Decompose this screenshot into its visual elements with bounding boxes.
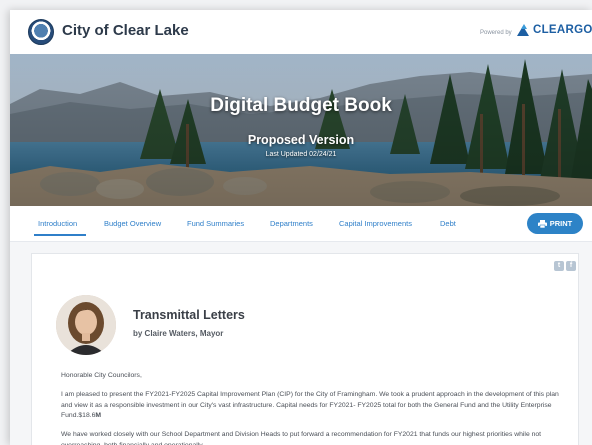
tab-fund-summaries[interactable]: Fund Summaries — [187, 219, 244, 228]
hero-banner: Digital Budget Book Proposed Version Las… — [10, 54, 592, 206]
cleargov-wordmark: CLEARGOV — [533, 24, 592, 36]
printer-icon — [537, 219, 547, 228]
active-tab-indicator — [34, 234, 86, 236]
letter-title: Transmittal Letters — [133, 308, 245, 322]
tab-budget-overview[interactable]: Budget Overview — [104, 219, 161, 228]
letter-paragraph-1-text: I am pleased to present the FY2021-FY202… — [61, 391, 559, 419]
site-title[interactable]: City of Clear Lake — [62, 22, 189, 39]
budget-book-window: City of Clear Lake Powered by CLEARGOV — [10, 10, 592, 445]
letter-paragraph-2: We have worked closely with our School D… — [61, 431, 542, 445]
site-header: City of Clear Lake Powered by CLEARGOV — [10, 10, 592, 54]
twitter-icon[interactable]: t — [554, 261, 564, 271]
cleargov-mark-icon — [517, 24, 529, 36]
print-label: PRINT — [549, 219, 573, 228]
transmittal-letter-card: t f Transmittal Letters by Claire Waters… — [31, 253, 579, 445]
letter-greeting: Honorable City Councilors, — [61, 372, 142, 379]
print-button[interactable]: PRINT — [527, 213, 583, 234]
mayor-portrait — [56, 295, 116, 355]
tab-debt[interactable]: Debt — [440, 219, 456, 228]
tab-capital-improvements[interactable]: Capital Improvements — [339, 219, 412, 228]
hero-subtitle: Proposed Version — [247, 133, 355, 147]
facebook-icon[interactable]: f — [566, 261, 576, 271]
letter-paragraph-1: I am pleased to present the FY2021-FY202… — [61, 390, 561, 422]
lake-photo — [10, 54, 592, 206]
section-nav: Introduction Budget Overview Fund Summar… — [10, 206, 592, 242]
hero-title: Digital Budget Book — [210, 95, 392, 116]
avatar — [56, 295, 116, 355]
letter-paragraph-1-suffix: M — [95, 412, 102, 419]
powered-by-label: Powered by — [480, 30, 512, 36]
letter-author: by Claire Waters, Mayor — [133, 329, 224, 338]
tab-introduction[interactable]: Introduction — [38, 219, 77, 228]
city-seal-icon[interactable] — [28, 19, 54, 45]
tab-departments[interactable]: Departments — [270, 219, 313, 228]
cleargov-logo[interactable]: CLEARGOV — [516, 23, 592, 37]
last-updated-label: Last Updated 02/24/21 — [265, 151, 337, 158]
